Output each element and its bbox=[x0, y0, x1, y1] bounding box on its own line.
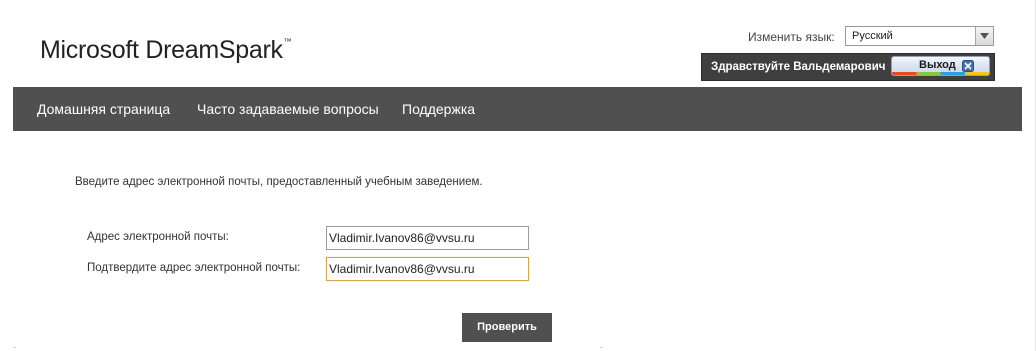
logout-label: Выход bbox=[919, 59, 956, 71]
bottom-divider-left bbox=[13, 347, 16, 348]
language-select[interactable]: Русский bbox=[845, 26, 994, 46]
logo-trademark: ™ bbox=[283, 37, 292, 46]
bottom-divider-right bbox=[600, 347, 603, 348]
logout-color-strip bbox=[892, 72, 989, 75]
nav-home[interactable]: Домашняя страница bbox=[37, 101, 170, 117]
chevron-down-icon[interactable] bbox=[975, 27, 993, 45]
email-label: Адрес электронной почты: bbox=[87, 231, 229, 243]
form-instruction: Введите адрес электронной почты, предост… bbox=[75, 176, 483, 188]
dreamspark-logo: Microsoft DreamSpark™ bbox=[40, 36, 292, 65]
nav-support[interactable]: Поддержка bbox=[402, 101, 475, 117]
confirm-email-label: Подтвердите адрес электронной почты: bbox=[87, 262, 301, 274]
language-selected-value: Русский bbox=[852, 30, 893, 42]
verify-button[interactable]: Проверить bbox=[462, 313, 552, 342]
main-navbar: Домашняя страница Часто задаваемые вопро… bbox=[13, 87, 1022, 131]
language-label: Изменить язык: bbox=[748, 30, 835, 44]
confirm-email-field[interactable] bbox=[326, 257, 529, 281]
greeting-text: Здравствуйте Вальдемарович bbox=[711, 61, 886, 73]
logout-icon bbox=[962, 60, 974, 72]
email-field[interactable] bbox=[326, 226, 529, 250]
nav-faq[interactable]: Часто задаваемые вопросы bbox=[197, 101, 379, 117]
logout-button[interactable]: Выход bbox=[891, 56, 990, 76]
logo-text: Microsoft DreamSpark bbox=[40, 36, 283, 64]
